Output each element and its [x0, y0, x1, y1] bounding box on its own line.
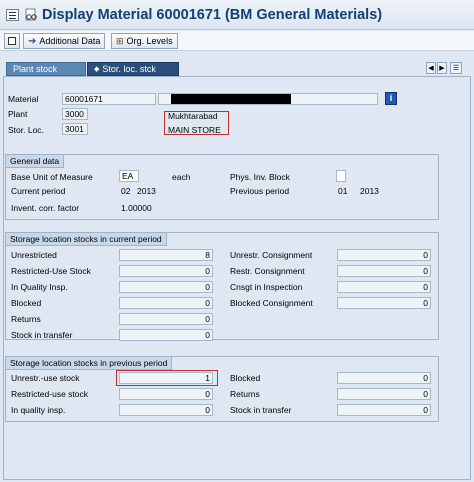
stock-value-field[interactable]: 0 — [119, 281, 213, 293]
title-bar: Display Material 60001671 (BM General Ma… — [0, 0, 474, 30]
additional-data-button[interactable]: ➔ Additional Data — [23, 33, 106, 49]
plant-field[interactable]: 3000 — [62, 108, 88, 120]
stock-value-field[interactable]: 0 — [119, 297, 213, 309]
tab-strip: Plant stock ◆ Stor. loc. stck ◀ ▶ ☰ — [0, 60, 474, 76]
stock-label: Unrestricted — [11, 250, 57, 260]
tab-plant-stock-label: Plant stock — [13, 64, 58, 74]
arrow-right-icon: ➔ — [28, 35, 37, 47]
info-icon[interactable]: i — [385, 92, 397, 105]
additional-data-label: Additional Data — [39, 36, 101, 46]
base-uom-field[interactable]: EA — [119, 170, 139, 182]
tab-stor-loc-stck-label: Stor. loc. stck — [102, 64, 156, 74]
stock-value-field[interactable]: 0 — [337, 297, 431, 309]
tab-indicator-icon: ◆ — [94, 66, 100, 73]
material-field[interactable]: 60001671 — [62, 93, 156, 105]
previous-period-label: Previous period — [230, 186, 290, 196]
stock-value-field[interactable]: 0 — [337, 404, 431, 416]
stock-value-field[interactable]: 0 — [337, 281, 431, 293]
stock-value-field[interactable]: 0 — [119, 388, 213, 400]
stock-label: Restricted-Use Stock — [11, 266, 91, 276]
invent-corr-value: 1.00000 — [121, 203, 152, 213]
stock-value-field[interactable]: 0 — [337, 372, 431, 384]
stock-label: Restr. Consignment — [230, 266, 305, 276]
current-period-title: Storage location stocks in current perio… — [6, 233, 167, 246]
copy-icon — [8, 37, 16, 45]
tab-plant-stock[interactable]: Plant stock — [6, 62, 86, 76]
sap-menu-icon[interactable] — [6, 9, 19, 21]
current-period-label: Current period — [11, 186, 66, 196]
org-levels-icon: ⊞ — [116, 35, 124, 46]
stock-label: Stock in transfer — [11, 330, 73, 340]
tab-list-icon[interactable]: ☰ — [450, 62, 462, 74]
invent-corr-label: Invent. corr. factor — [11, 203, 80, 213]
stock-label: In Quality Insp. — [11, 282, 68, 292]
application-toolbar: ➔ Additional Data ⊞ Org. Levels — [0, 31, 474, 51]
storloc-label: Stor. Loc. — [8, 125, 44, 135]
stock-value-field[interactable]: 0 — [119, 265, 213, 277]
material-description-field[interactable] — [158, 93, 378, 105]
stock-label: Blocked Consignment — [230, 298, 313, 308]
material-label: Material — [8, 94, 39, 104]
stock-value-field[interactable]: 0 — [119, 329, 213, 341]
stock-label: Cnsgt in Inspection — [230, 282, 303, 292]
plant-highlight-box — [164, 111, 229, 135]
base-uom-text: each — [172, 172, 191, 182]
current-period-year: 2013 — [137, 186, 156, 196]
page-title: Display Material 60001671 (BM General Ma… — [42, 7, 383, 23]
stock-value-field[interactable]: 0 — [337, 265, 431, 277]
base-uom-label: Base Unit of Measure — [11, 172, 93, 182]
storloc-field[interactable]: 3001 — [62, 123, 88, 135]
previous-period-month: 01 — [338, 186, 348, 196]
toolbar-icon-button[interactable] — [4, 33, 20, 49]
nav-left-icon[interactable]: ◀ — [426, 62, 436, 74]
stock-value-field[interactable]: 0 — [119, 313, 213, 325]
previous-period-year: 2013 — [360, 186, 379, 196]
glasses-icon — [24, 8, 38, 22]
org-levels-button[interactable]: ⊞ Org. Levels — [111, 33, 178, 49]
stock-value-field[interactable]: 0 — [119, 404, 213, 416]
stock-value-field[interactable]: 0 — [337, 249, 431, 261]
stock-label: Returns — [11, 314, 41, 324]
tab-stor-loc-stck[interactable]: ◆ Stor. loc. stck — [87, 62, 179, 76]
org-levels-label: Org. Levels — [126, 36, 173, 46]
stock-label: Blocked — [11, 298, 42, 308]
stock-label: Unrestr.-use stock — [11, 373, 80, 383]
stock-label: Restricted-use stock — [11, 389, 88, 399]
current-period-month: 02 — [121, 186, 131, 196]
stock-value-field[interactable]: 0 — [337, 388, 431, 400]
nav-right-icon[interactable]: ▶ — [437, 62, 447, 74]
phys-inv-block-label: Phys. Inv. Block — [230, 172, 290, 182]
stock-value-field[interactable]: 8 — [119, 249, 213, 261]
redacted-bar — [171, 94, 291, 104]
stock-label: Stock in transfer — [230, 405, 292, 415]
stock-label: Returns — [230, 389, 260, 399]
stock-label: In quality insp. — [11, 405, 66, 415]
phys-inv-block-checkbox[interactable] — [336, 170, 346, 182]
stock-label: Blocked — [230, 373, 261, 383]
stock-label: Unrestr. Consignment — [230, 250, 313, 260]
stock-value-field[interactable]: 1 — [119, 372, 213, 384]
general-data-title: General data — [6, 155, 65, 168]
plant-label: Plant — [8, 109, 28, 119]
previous-period-title: Storage location stocks in previous peri… — [6, 357, 173, 370]
